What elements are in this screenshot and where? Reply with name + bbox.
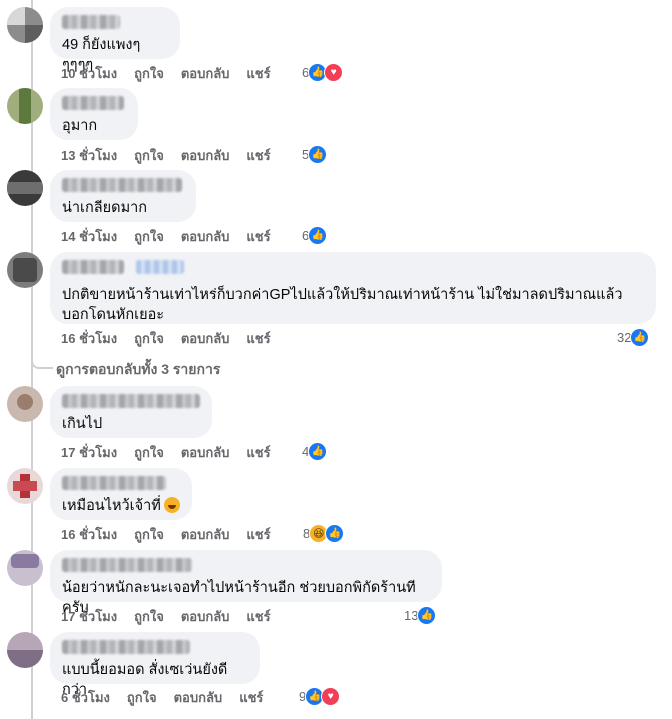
reaction-summary[interactable]: 9 👍 ♥ [299, 687, 341, 706]
avatar[interactable] [7, 7, 43, 43]
like-button[interactable]: ถูกใจ [134, 63, 164, 84]
view-replies-link[interactable]: ดูการตอบกลับทั้ง 3 รายการ [31, 357, 221, 381]
reply-button[interactable]: ตอบกลับ [181, 226, 230, 247]
like-icon: 👍 [308, 145, 328, 164]
timestamp[interactable]: 6 ชั่วโมง [61, 687, 110, 708]
reaction-summary[interactable]: 5 👍 [302, 145, 328, 164]
reply-button[interactable]: ตอบกลับ [181, 328, 230, 349]
share-button[interactable]: แชร์ [246, 442, 270, 463]
comment-text: เหมือนไหว้เจ้าที่ [62, 496, 180, 516]
avatar[interactable] [7, 632, 43, 668]
comment-bubble: เหมือนไหว้เจ้าที่ [50, 468, 192, 520]
love-icon: ♥ [324, 63, 344, 82]
love-icon: ♥ [321, 687, 341, 706]
like-button[interactable]: ถูกใจ [134, 442, 164, 463]
reply-button[interactable]: ตอบกลับ [174, 687, 223, 708]
reply-connector [31, 357, 53, 369]
comment-bubble: เกินไป [50, 386, 212, 438]
reaction-summary[interactable]: 8 😆 👍 [303, 524, 345, 543]
reply-button[interactable]: ตอบกลับ [181, 145, 230, 166]
reaction-summary[interactable]: 13 👍 [404, 606, 437, 625]
share-button[interactable]: แชร์ [246, 524, 270, 545]
comment-text: เกินไป [62, 416, 103, 432]
like-button[interactable]: ถูกใจ [127, 687, 157, 708]
avatar[interactable] [7, 468, 43, 504]
reaction-count: 32 [617, 330, 632, 345]
avatar[interactable] [7, 386, 43, 422]
reaction-count: 13 [404, 608, 419, 623]
timestamp[interactable]: 16 ชั่วโมง [61, 524, 117, 545]
reply-button[interactable]: ตอบกลับ [181, 606, 230, 627]
like-button[interactable]: ถูกใจ [134, 328, 164, 349]
reaction-summary[interactable]: 32 👍 [617, 328, 650, 347]
share-button[interactable]: แชร์ [239, 687, 263, 708]
like-icon: 👍 [308, 226, 328, 245]
timestamp[interactable]: 16 ชั่วโมง [61, 328, 117, 349]
comment-bubble: น้อยว่าหนักละนะเจอทำไปหน้าร้านอีก ช่วยบอ… [50, 550, 442, 616]
like-icon: 👍 [630, 328, 650, 347]
reaction-summary[interactable]: 4 👍 [302, 442, 328, 461]
like-button[interactable]: ถูกใจ [134, 226, 164, 247]
comment-text-body: เหมือนไหว้เจ้าที่ [62, 498, 161, 514]
comment-bubble: 49 ก็ยังแพงๆๆๆๆๆ [50, 7, 180, 73]
avatar[interactable] [7, 252, 43, 288]
comment-text: ปกติขายหน้าร้านเท่าไหร่ก็บวกค่าGPไปแล้วใ… [62, 287, 623, 323]
share-button[interactable]: แชร์ [246, 226, 270, 247]
author-name-blurred[interactable] [62, 558, 192, 572]
share-button[interactable]: แชร์ [246, 606, 270, 627]
share-button[interactable]: แชร์ [246, 145, 270, 166]
timestamp[interactable]: 10 ชั่วโมง [61, 63, 117, 84]
timestamp[interactable]: 17 ชั่วโมง [61, 606, 117, 627]
like-button[interactable]: ถูกใจ [134, 145, 164, 166]
reply-button[interactable]: ตอบกลับ [181, 442, 230, 463]
comment-bubble: แบบนี้ยอมอด สั่งเซเว่นยังดีกว่า [50, 632, 260, 698]
author-name-blurred[interactable] [62, 96, 124, 110]
author-name-blurred[interactable] [62, 260, 124, 274]
timestamp[interactable]: 17 ชั่วโมง [61, 442, 117, 463]
like-icon: 👍 [308, 442, 328, 461]
top-fan-badge-blurred [136, 260, 185, 274]
author-name-blurred[interactable] [62, 15, 120, 29]
avatar[interactable] [7, 88, 43, 124]
avatar[interactable] [7, 550, 43, 586]
comment-bubble: ปกติขายหน้าร้านเท่าไหร่ก็บวกค่าGPไปแล้วใ… [50, 252, 656, 324]
share-button[interactable]: แชร์ [246, 328, 270, 349]
like-icon: 👍 [417, 606, 437, 625]
comment-bubble: น่าเกลียดมาก [50, 170, 196, 222]
comment-text: น่าเกลียดมาก [62, 200, 148, 216]
laughing-emoji-icon [163, 497, 180, 513]
author-name-blurred[interactable] [62, 394, 200, 408]
reaction-summary[interactable]: 6 👍 [302, 226, 328, 245]
author-name-blurred[interactable] [62, 640, 190, 654]
reaction-summary[interactable]: 6 👍 ♥ [302, 63, 344, 82]
like-button[interactable]: ถูกใจ [134, 606, 164, 627]
reply-button[interactable]: ตอบกลับ [181, 63, 230, 84]
comment-text: อุมาก [62, 118, 98, 134]
like-icon: 👍 [325, 524, 345, 543]
reply-button[interactable]: ตอบกลับ [181, 524, 230, 545]
timestamp[interactable]: 14 ชั่วโมง [61, 226, 117, 247]
comment-bubble: อุมาก [50, 88, 138, 140]
avatar[interactable] [7, 170, 43, 206]
timestamp[interactable]: 13 ชั่วโมง [61, 145, 117, 166]
share-button[interactable]: แชร์ [246, 63, 270, 84]
view-replies-label: ดูการตอบกลับทั้ง 3 รายการ [56, 361, 221, 377]
author-name-blurred[interactable] [62, 476, 166, 490]
author-name-blurred[interactable] [62, 178, 182, 192]
like-button[interactable]: ถูกใจ [134, 524, 164, 545]
